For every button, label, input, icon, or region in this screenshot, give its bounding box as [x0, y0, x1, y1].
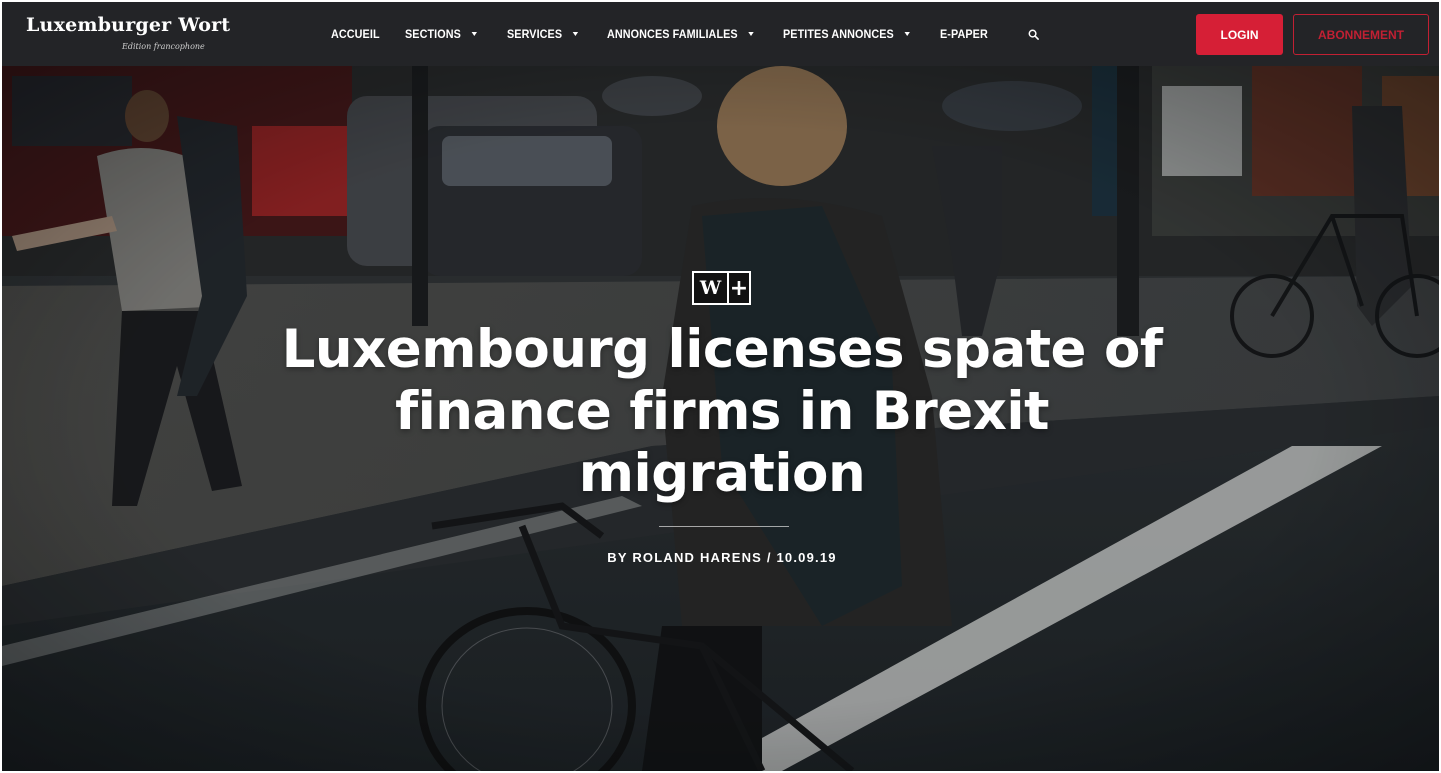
nav-item-label: ANNONCES FAMILIALES [607, 27, 738, 41]
article-byline: BY ROLAND HARENS / 10.09.19 [607, 550, 837, 565]
nav-item-petites-annonces[interactable]: PETITES ANNONCES [783, 27, 911, 41]
nav-item-label: ACCUEIL [331, 27, 380, 41]
plus-icon: + [727, 273, 749, 303]
nav-item-services[interactable]: SERVICES [507, 27, 579, 41]
wort-plus-badge: W + [692, 271, 751, 305]
article-headline[interactable]: Luxembourg licenses spate of finance fir… [272, 319, 1172, 505]
nav-item-label: PETITES ANNONCES [783, 27, 894, 41]
nav-item-label: SERVICES [507, 27, 563, 41]
headline-divider [659, 526, 789, 527]
chevron-down-icon [471, 32, 478, 36]
chevron-down-icon [572, 32, 579, 36]
chevron-down-icon [748, 32, 754, 36]
nav-item-epaper[interactable]: E-PAPER [940, 27, 988, 41]
site-logo[interactable]: Luxemburger Wort Edition francophone [26, 12, 230, 56]
login-button[interactable]: LOGIN [1196, 14, 1283, 55]
search-icon[interactable] [1028, 29, 1039, 40]
subscribe-button[interactable]: ABONNEMENT [1293, 14, 1429, 55]
nav-item-label: SECTIONS [405, 27, 461, 41]
nav-item-accueil[interactable]: ACCUEIL [331, 27, 380, 41]
chevron-down-icon [904, 32, 911, 36]
badge-letter: W [699, 277, 722, 299]
hero-banner[interactable]: W + Luxembourg licenses spate of finance… [2, 66, 1439, 771]
logo-wordmark: Luxemburger Wort [26, 14, 231, 36]
nav-item-label: E-PAPER [940, 27, 988, 41]
logo-edition: Edition francophone [122, 42, 205, 51]
top-navbar: Luxemburger Wort Edition francophone ACC… [2, 2, 1439, 66]
nav-item-annonces-familiales[interactable]: ANNONCES FAMILIALES [607, 27, 754, 41]
browser-frame: Luxemburger Wort Edition francophone ACC… [2, 2, 1439, 771]
nav-item-sections[interactable]: SECTIONS [405, 27, 478, 41]
